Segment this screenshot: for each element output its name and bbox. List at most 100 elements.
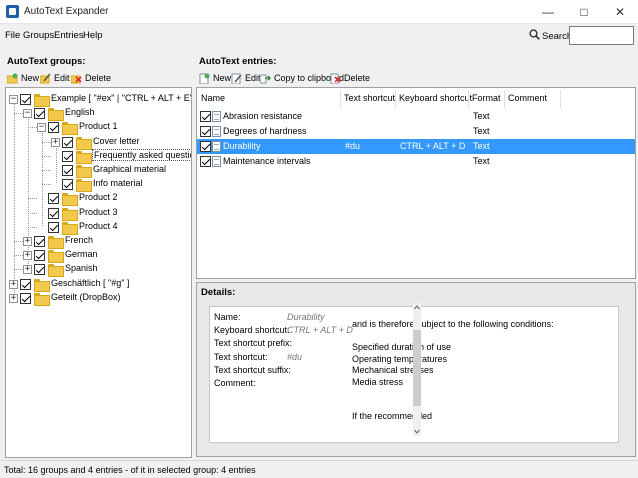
group-checkbox[interactable] — [48, 221, 59, 233]
group-checkbox[interactable] — [20, 94, 31, 105]
folder-icon — [62, 193, 78, 207]
column-separator[interactable] — [395, 90, 396, 108]
table-row[interactable]: Maintenance intervals Text — [197, 154, 635, 169]
search-input[interactable] — [569, 26, 634, 45]
tree-node-label[interactable]: German — [65, 249, 98, 259]
app-icon — [6, 5, 19, 18]
group-checkbox[interactable] — [62, 179, 73, 191]
entries-label: AutoText entries: — [199, 56, 277, 67]
entry-checkbox[interactable] — [200, 156, 211, 167]
column-header-comment[interactable]: Comment — [508, 93, 547, 103]
group-checkbox[interactable] — [20, 278, 31, 290]
tree-node-label[interactable]: Info material — [93, 178, 143, 188]
edit-entry-button[interactable]: Edit — [231, 70, 261, 86]
tree-node-label[interactable]: Cover letter — [93, 136, 140, 146]
delete-entry-button[interactable]: Delete — [330, 70, 370, 86]
tree-node-label[interactable]: Spanish — [65, 263, 98, 273]
group-checkbox[interactable] — [62, 136, 73, 148]
column-separator[interactable] — [468, 90, 469, 108]
collapse-icon[interactable]: − — [37, 123, 46, 133]
collapse-icon[interactable]: − — [9, 95, 18, 104]
entry-checkbox[interactable] — [200, 111, 211, 122]
new-folder-icon — [7, 73, 18, 83]
new-group-button[interactable]: New — [7, 70, 39, 86]
expand-icon[interactable]: + — [51, 137, 60, 147]
close-button[interactable]: ✕ — [602, 0, 638, 24]
group-checkbox[interactable] — [48, 193, 59, 205]
tree-node-label[interactable]: English — [65, 107, 95, 117]
tree-node[interactable]: Frequently asked questions — [6, 148, 191, 164]
group-checkbox[interactable] — [20, 292, 31, 304]
entry-checkbox[interactable] — [200, 141, 211, 152]
group-checkbox[interactable] — [48, 207, 59, 219]
group-checkbox[interactable] — [62, 150, 73, 162]
tree-node[interactable]: − English — [6, 106, 191, 122]
tree-node-label[interactable]: Graphical material — [93, 164, 166, 174]
group-checkbox[interactable] — [34, 264, 45, 276]
expand-icon[interactable]: + — [23, 237, 32, 246]
tree-node[interactable]: − Product 1 — [6, 120, 191, 136]
tree-node[interactable]: + Geteilt (DropBox) — [6, 291, 191, 306]
tree-node-label[interactable]: Product 3 — [79, 207, 118, 217]
tree-node-label[interactable]: Product 1 — [79, 121, 118, 131]
menu-help[interactable]: Help — [83, 30, 103, 41]
menu-file[interactable]: File — [5, 30, 20, 41]
group-checkbox[interactable] — [34, 108, 45, 120]
tree-node[interactable]: − Example [ "#ex" | "CTRL + ALT + E" ] — [6, 92, 191, 107]
edit-group-button[interactable]: Edit — [40, 70, 70, 86]
tree-node[interactable]: + Cover letter — [6, 135, 191, 150]
detail-text-line: Mechanical stresses — [352, 365, 434, 375]
expand-icon[interactable]: + — [9, 279, 18, 289]
expand-icon[interactable]: + — [23, 251, 32, 261]
new-entry-button[interactable]: New — [199, 70, 231, 86]
tree-node-label[interactable]: Product 2 — [79, 192, 118, 202]
tree-node-label[interactable]: Geteilt (DropBox) — [51, 292, 121, 302]
groups-tree[interactable]: − Example [ "#ex" | "CTRL + ALT + E" ] − En… — [5, 87, 192, 458]
tree-node[interactable]: Info material — [6, 177, 191, 193]
group-checkbox[interactable] — [34, 250, 45, 262]
table-row[interactable]: Abrasion resistance Text — [197, 109, 635, 124]
entries-table: Name Text shortcut Keyboard shortcut For… — [196, 87, 636, 279]
column-header-text-shortcut[interactable]: Text shortcut — [344, 93, 395, 103]
folder-icon — [34, 278, 50, 292]
new-group-label: New — [21, 73, 40, 83]
column-separator[interactable] — [560, 90, 561, 108]
tree-node-label[interactable]: Frequently asked questions — [91, 148, 191, 161]
delete-group-button[interactable]: Delete — [71, 70, 111, 86]
tree-node[interactable]: Product 4 — [6, 220, 191, 235]
edit-group-label: Edit — [54, 73, 70, 83]
column-header-name[interactable]: Name — [201, 93, 225, 103]
minimize-button[interactable]: — — [530, 0, 566, 24]
column-header-format[interactable]: Format — [472, 93, 501, 103]
collapse-icon[interactable]: − — [23, 109, 32, 119]
tree-node[interactable]: Product 3 — [6, 206, 191, 221]
tree-node[interactable]: + German — [6, 248, 191, 264]
detail-text-line: and is therefore subject to the followin… — [352, 319, 554, 329]
maximize-button[interactable]: □ — [566, 0, 602, 24]
tree-node[interactable]: Product 2 — [6, 191, 191, 207]
expand-icon[interactable]: + — [9, 293, 18, 303]
menu-entries[interactable]: Entries — [54, 30, 84, 41]
table-row[interactable]: Durability #du CTRL + ALT + D Text — [197, 139, 635, 154]
tree-node-label[interactable]: Example [ "#ex" | "CTRL + ALT + E" ] — [51, 93, 191, 103]
column-separator[interactable] — [340, 90, 341, 108]
group-checkbox[interactable] — [48, 122, 59, 134]
table-row[interactable]: Degrees of hardness Text — [197, 124, 635, 139]
tree-node-label[interactable]: French — [65, 235, 93, 245]
column-header-keyboard-shortcut[interactable]: Keyboard shortcut — [399, 93, 472, 103]
details-scrollbar[interactable] — [413, 303, 421, 436]
group-checkbox[interactable] — [34, 236, 45, 247]
tree-node-label[interactable]: Geschäftlich [ "#g" ] — [51, 278, 129, 288]
group-checkbox[interactable] — [62, 165, 73, 176]
tree-node[interactable]: + Spanish — [6, 262, 191, 278]
entry-name: Abrasion resistance — [223, 111, 303, 121]
tree-node[interactable]: Graphical material — [6, 163, 191, 178]
tree-node[interactable]: + French — [6, 234, 191, 249]
tree-node-label[interactable]: Product 4 — [79, 221, 118, 231]
tree-node[interactable]: + Geschäftlich [ "#g" ] — [6, 277, 191, 292]
column-separator[interactable] — [504, 90, 505, 108]
entry-checkbox[interactable] — [200, 126, 211, 137]
expand-icon[interactable]: + — [23, 265, 32, 275]
menu-groups[interactable]: Groups — [23, 30, 54, 41]
tree-guide — [28, 127, 37, 129]
